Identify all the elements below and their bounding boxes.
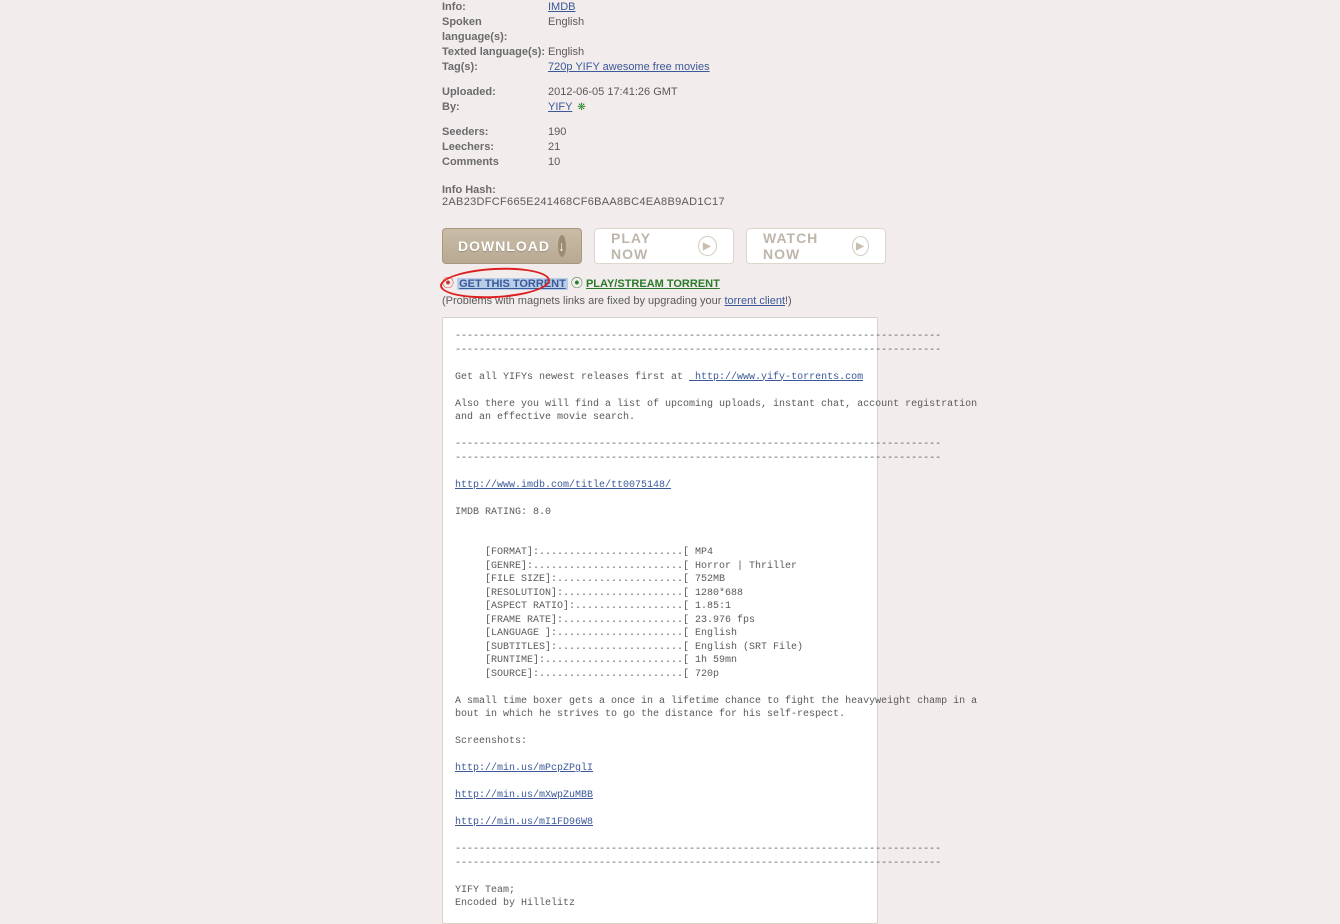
seeders-value: 190 — [548, 125, 566, 140]
seeders-label: Seeders: — [442, 125, 548, 140]
info-hash-label: Info Hash: — [442, 184, 1322, 196]
download-arrow-icon: ↓ — [558, 235, 566, 257]
imdb-link[interactable]: IMDB — [548, 0, 576, 15]
imdb-title-link[interactable]: http://www.imdb.com/title/tt0075148/ — [455, 480, 671, 491]
get-torrent-link[interactable]: GET THIS TORRENT — [457, 278, 568, 290]
download-label: DOWNLOAD — [458, 238, 550, 254]
yify-site-link[interactable]: http://www.yify-torrents.com — [689, 372, 863, 383]
info-label: Info: — [442, 0, 548, 15]
screenshot-link-2[interactable]: http://min.us/mXwpZuMBB — [455, 790, 593, 801]
tags-link[interactable]: 720p YIFY awesome free movies — [548, 60, 710, 75]
info-hash-block: Info Hash: 2AB23DFCF665E241468CF6BAA8BC4… — [442, 184, 1322, 208]
torrent-info: Info: IMDB Spoken language(s): English T… — [442, 0, 1322, 170]
comments-value: 10 — [548, 155, 560, 170]
play-stream-link[interactable]: PLAY/STREAM TORRENT — [586, 278, 720, 290]
uploader-link[interactable]: YIFY — [548, 101, 572, 113]
by-label: By: — [442, 100, 548, 115]
spoken-lang-value: English — [548, 15, 584, 45]
play-now-button[interactable]: PLAY NOW ▶ — [594, 228, 734, 264]
description-box: ----------------------------------------… — [442, 317, 878, 924]
problems-suffix: !) — [785, 295, 792, 307]
stream-icon: ⦿ — [571, 276, 583, 290]
watch-now-button[interactable]: WATCH NOW ▶ — [746, 228, 886, 264]
trusted-icon: ❋ — [577, 102, 585, 113]
play-icon: ▶ — [698, 236, 717, 256]
info-hash-value: 2AB23DFCF665E241468CF6BAA8BC4EA8B9AD1C17 — [442, 196, 1322, 208]
problems-prefix: (Problems with magnets links are fixed b… — [442, 295, 724, 307]
watch-icon: ▶ — [852, 236, 869, 256]
torrent-client-link[interactable]: torrent client — [724, 295, 785, 307]
leechers-value: 21 — [548, 140, 560, 155]
description-content: ----------------------------------------… — [455, 330, 865, 911]
uploaded-label: Uploaded: — [442, 85, 548, 100]
leechers-label: Leechers: — [442, 140, 548, 155]
play-now-label: PLAY NOW — [611, 230, 690, 262]
watch-now-label: WATCH NOW — [763, 230, 844, 262]
download-button[interactable]: DOWNLOAD ↓ — [442, 228, 582, 264]
magnet-icon: ⦿ — [442, 276, 454, 290]
spoken-lang-label: Spoken language(s): — [442, 15, 548, 45]
screenshot-link-3[interactable]: http://min.us/mI1FD96W8 — [455, 817, 593, 828]
texted-lang-label: Texted language(s): — [442, 45, 548, 60]
file-specs: [FORMAT]:........................[ MP4 [… — [455, 547, 803, 680]
texted-lang-value: English — [548, 45, 584, 60]
screenshot-link-1[interactable]: http://min.us/mPcpZPglI — [455, 763, 593, 774]
uploaded-value: 2012-06-05 17:41:26 GMT — [548, 85, 678, 100]
tags-label: Tag(s): — [442, 60, 548, 75]
comments-label: Comments — [442, 155, 548, 170]
